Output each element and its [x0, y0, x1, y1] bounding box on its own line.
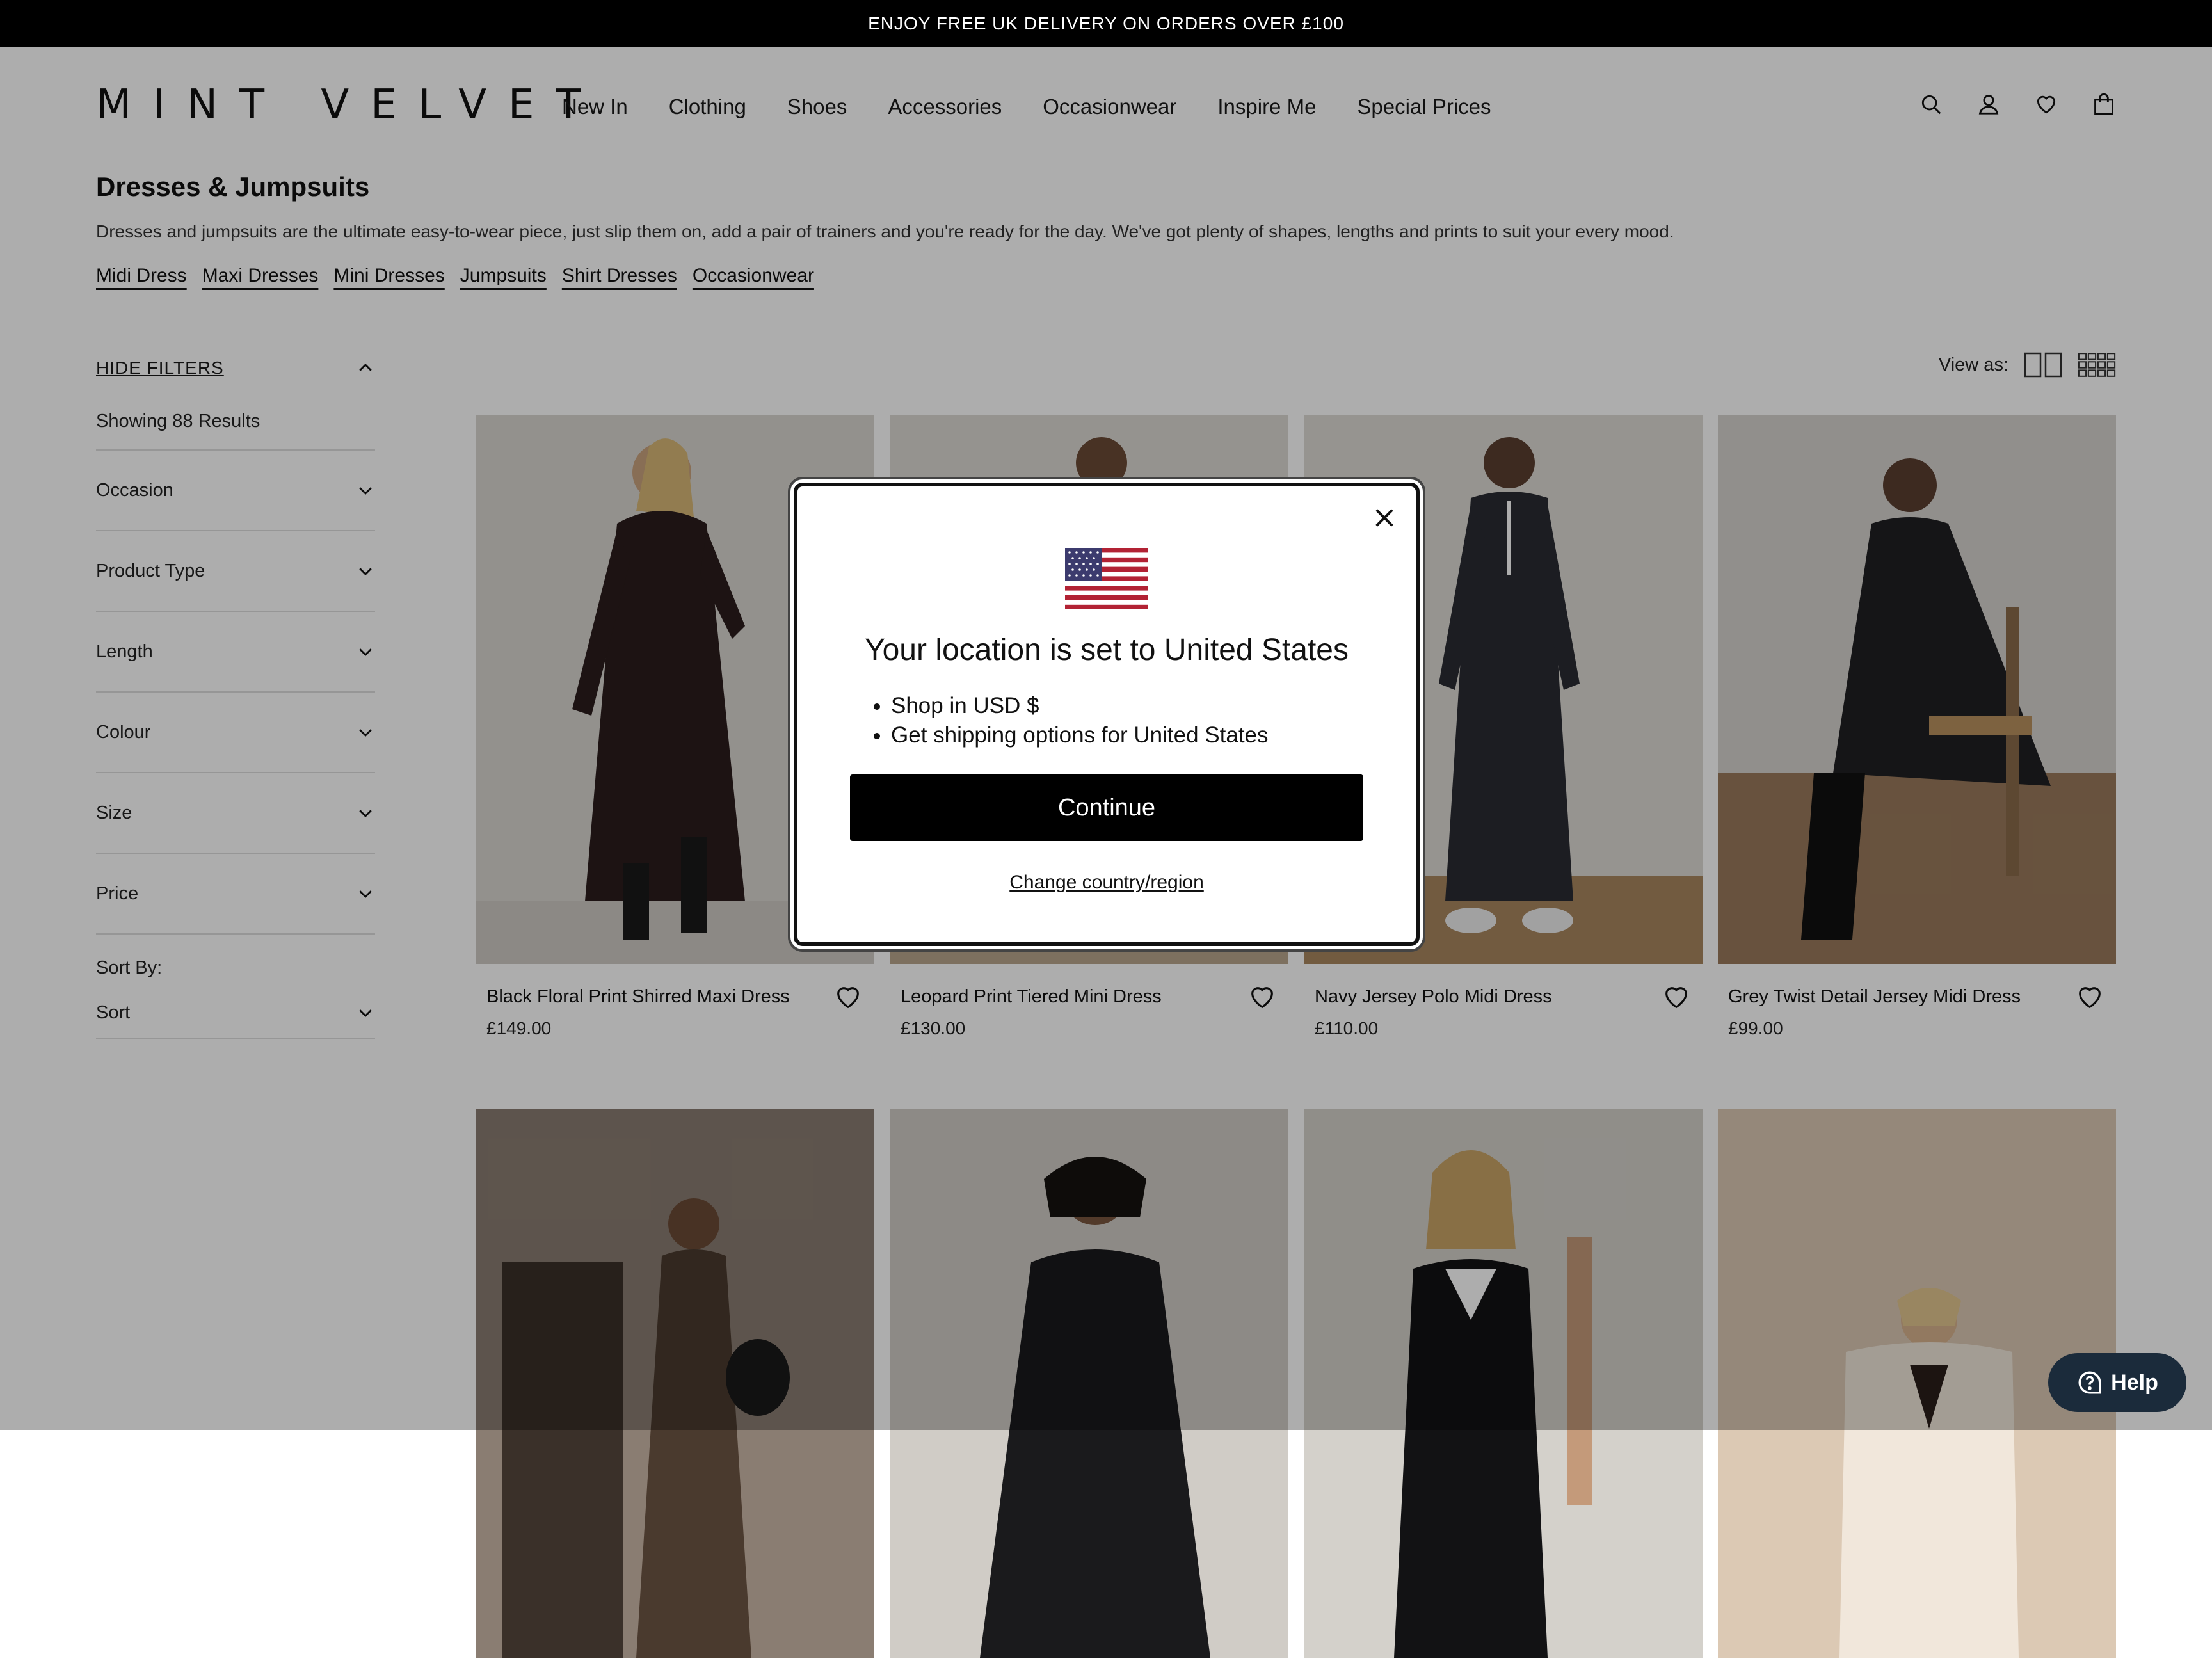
- two-column-view-icon[interactable]: [2024, 351, 2062, 379]
- view-as-controls: View as:: [1939, 351, 2116, 379]
- promo-banner: ENJOY FREE UK DELIVERY ON ORDERS OVER £1…: [0, 0, 2212, 47]
- nav-inspire-me[interactable]: Inspire Me: [1217, 95, 1316, 119]
- wishlist-icon[interactable]: [2034, 92, 2058, 116]
- subcategory-shirt-dresses[interactable]: Shirt Dresses: [562, 265, 677, 287]
- view-as-label: View as:: [1938, 354, 2008, 375]
- subcategory-nav: Midi Dress Maxi Dresses Mini Dresses Jum…: [96, 265, 2119, 287]
- sort-block: Sort By: Sort: [96, 933, 375, 1039]
- sort-label: Sort: [96, 1002, 131, 1023]
- location-modal: Your location is set to United States Sh…: [794, 483, 1420, 946]
- product-price: £149.00: [486, 1018, 552, 1038]
- continue-button[interactable]: Continue: [850, 774, 1363, 841]
- product-name[interactable]: Grey Twist Detail Jersey Midi Dress: [1728, 986, 2021, 1007]
- nav-shoes[interactable]: Shoes: [787, 95, 847, 119]
- product-info: Navy Jersey Polo Midi Dress £110.00: [1304, 967, 1703, 1044]
- site-header: MINT VELVET New In Clothing Shoes Access…: [0, 47, 2212, 169]
- results-count: Showing 88 Results: [96, 411, 260, 431]
- filter-label: Colour: [96, 721, 151, 742]
- product-info: Black Floral Print Shirred Maxi Dress £1…: [476, 967, 874, 1044]
- product-price: £110.00: [1315, 1018, 1379, 1038]
- modal-benefits: Shop in USD $ Get shipping options for U…: [869, 691, 1269, 750]
- product-image[interactable]: [1304, 1109, 1703, 1658]
- product-price: £99.00: [1728, 1018, 1783, 1038]
- chevron-down-icon: [359, 487, 372, 495]
- page-title: Dresses & Jumpsuits: [96, 172, 370, 202]
- category-description: Dresses and jumpsuits are the ultimate e…: [96, 221, 1674, 241]
- sort-title: Sort By:: [96, 958, 163, 978]
- four-column-view-icon[interactable]: [2078, 351, 2116, 379]
- product-name[interactable]: Black Floral Print Shirred Maxi Dress: [486, 986, 790, 1007]
- filter-label: Size: [96, 802, 132, 823]
- subcategory-midi-dress[interactable]: Midi Dress: [96, 265, 187, 287]
- chevron-down-icon: [359, 568, 372, 575]
- promo-text: ENJOY FREE UK DELIVERY ON ORDERS OVER £1…: [868, 13, 1344, 33]
- product-image[interactable]: [476, 1109, 874, 1658]
- header-icons: [1919, 92, 2116, 116]
- benefit-currency: Shop in USD $: [891, 691, 1269, 721]
- filter-colour[interactable]: Colour: [96, 691, 375, 772]
- chevron-down-icon: [359, 810, 372, 817]
- heart-icon[interactable]: [1662, 983, 1691, 1012]
- filter-label: Price: [96, 883, 139, 904]
- help-icon: [2078, 1371, 2101, 1394]
- product-card[interactable]: [890, 1109, 1288, 1661]
- filter-price[interactable]: Price: [96, 853, 375, 933]
- help-button[interactable]: Help: [2048, 1353, 2186, 1412]
- hide-filters-toggle[interactable]: HIDE FILTERS: [96, 352, 375, 384]
- filter-product-type[interactable]: Product Type: [96, 530, 375, 611]
- heart-icon[interactable]: [833, 983, 863, 1012]
- product-card[interactable]: Grey Twist Detail Jersey Midi Dress £99.…: [1718, 415, 2116, 1044]
- close-icon[interactable]: [1371, 504, 1398, 531]
- subcategory-jumpsuits[interactable]: Jumpsuits: [460, 265, 547, 287]
- filter-label: Occasion: [96, 479, 173, 501]
- chevron-up-icon[interactable]: [356, 358, 375, 378]
- filter-label: Product Type: [96, 560, 205, 581]
- chevron-down-icon: [359, 890, 372, 898]
- heart-icon[interactable]: [1247, 983, 1277, 1012]
- product-card[interactable]: [1304, 1109, 1703, 1661]
- nav-special-prices[interactable]: Special Prices: [1357, 95, 1491, 119]
- chevron-down-icon: [359, 729, 372, 737]
- product-info: Leopard Print Tiered Mini Dress £130.00: [890, 967, 1288, 1044]
- product-name[interactable]: Navy Jersey Polo Midi Dress: [1315, 986, 1552, 1007]
- product-image[interactable]: [1718, 415, 2116, 964]
- filter-occasion[interactable]: Occasion: [96, 449, 375, 530]
- filter-sidebar: HIDE FILTERS Showing 88 Results Occasion…: [96, 352, 375, 1039]
- us-flag-icon: [1065, 548, 1148, 609]
- change-country-link[interactable]: Change country/region: [797, 872, 1416, 894]
- product-card[interactable]: [476, 1109, 874, 1661]
- product-price: £130.00: [901, 1018, 966, 1038]
- nav-occasionwear[interactable]: Occasionwear: [1043, 95, 1176, 119]
- product-image[interactable]: [890, 1109, 1288, 1658]
- account-icon[interactable]: [1976, 92, 2001, 116]
- modal-title: Your location is set to United States: [865, 633, 1349, 667]
- category-header: Dresses & Jumpsuits Dresses and jumpsuit…: [96, 169, 2119, 287]
- main-nav: New In Clothing Shoes Accessories Occasi…: [562, 95, 1532, 119]
- nav-new-in[interactable]: New In: [562, 95, 628, 119]
- help-label: Help: [2111, 1370, 2158, 1395]
- heart-icon[interactable]: [2075, 983, 2104, 1012]
- sort-dropdown[interactable]: Sort: [96, 988, 375, 1039]
- filter-length[interactable]: Length: [96, 611, 375, 691]
- subcategory-occasionwear[interactable]: Occasionwear: [693, 265, 814, 287]
- product-info: Grey Twist Detail Jersey Midi Dress £99.…: [1718, 967, 2116, 1044]
- subcategory-maxi-dresses[interactable]: Maxi Dresses: [202, 265, 319, 287]
- product-name[interactable]: Leopard Print Tiered Mini Dress: [901, 986, 1162, 1007]
- subcategory-mini-dresses[interactable]: Mini Dresses: [333, 265, 444, 287]
- bag-icon[interactable]: [2092, 92, 2116, 116]
- search-icon[interactable]: [1919, 92, 1943, 116]
- benefit-shipping: Get shipping options for United States: [891, 721, 1269, 750]
- filter-label: Length: [96, 641, 153, 662]
- chevron-down-icon: [359, 1009, 372, 1017]
- logo[interactable]: MINT VELVET: [96, 84, 603, 125]
- nav-accessories[interactable]: Accessories: [888, 95, 1002, 119]
- chevron-down-icon: [359, 648, 372, 656]
- filter-size[interactable]: Size: [96, 772, 375, 853]
- nav-clothing[interactable]: Clothing: [669, 95, 746, 119]
- hide-filters-label[interactable]: HIDE FILTERS: [96, 358, 224, 378]
